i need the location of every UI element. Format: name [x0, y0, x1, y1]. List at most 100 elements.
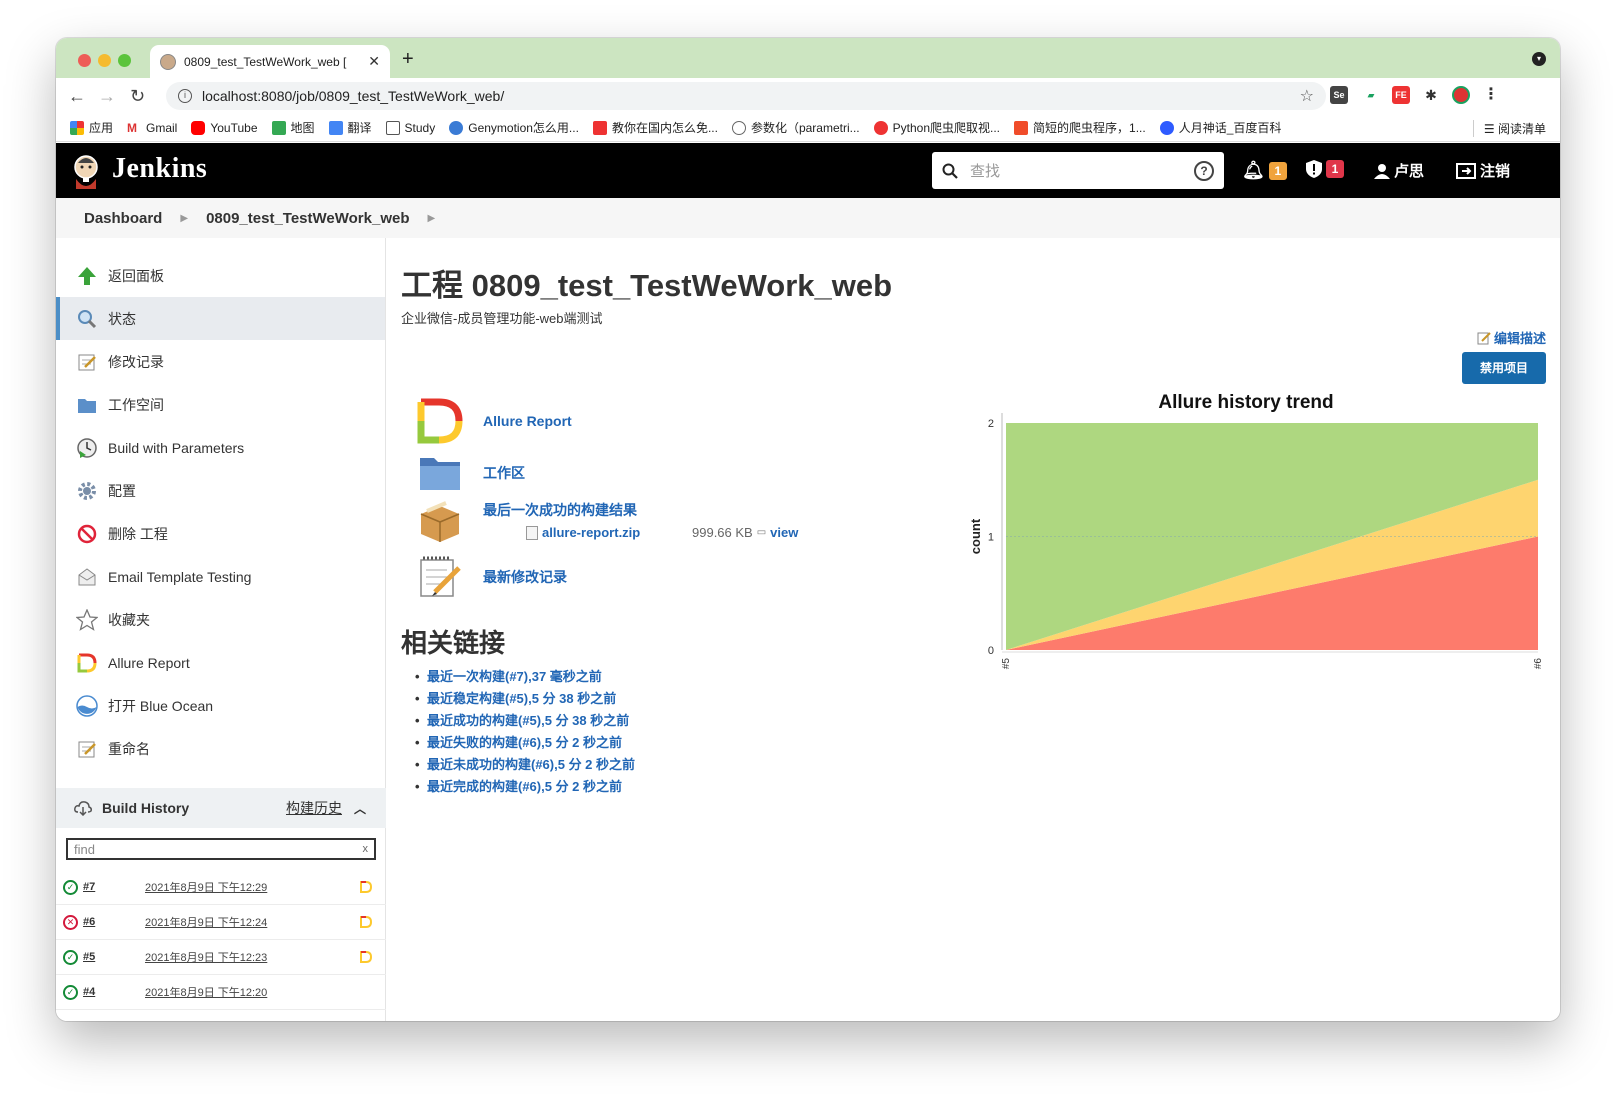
sidebar-item-allure-report[interactable]: Allure Report: [56, 641, 385, 684]
sidebar-item-configure[interactable]: 配置: [56, 469, 385, 512]
link-allure-report[interactable]: Allure Report: [417, 398, 572, 444]
fe-extension-icon[interactable]: FE: [1392, 86, 1410, 104]
related-link[interactable]: 最近成功的构建(#5),5 分 38 秒之前: [415, 710, 635, 732]
logout-label[interactable]: 注销: [1480, 160, 1510, 181]
build-filter-input[interactable]: find x: [66, 838, 376, 860]
build-history-trend-link[interactable]: 构建历史: [286, 798, 342, 818]
bookmark-baike[interactable]: 人月神话_百度百科: [1159, 119, 1281, 136]
build-date-link[interactable]: 2021年8月9日 下午12:23: [145, 949, 360, 965]
bookmark-gmail[interactable]: M Gmail: [127, 120, 177, 135]
related-link[interactable]: 最近稳定构建(#5),5 分 38 秒之前: [415, 688, 635, 710]
site-info-icon[interactable]: i: [178, 89, 192, 103]
address-bar[interactable]: i localhost:8080/job/0809_test_TestWeWor…: [166, 82, 1326, 110]
tab-search-icon[interactable]: ▾: [1532, 52, 1546, 66]
sidebar-item-build-with-parameters[interactable]: Build with Parameters: [56, 426, 385, 469]
disable-project-button[interactable]: 禁用项目: [1462, 352, 1546, 384]
search-input[interactable]: 查找: [970, 160, 1194, 181]
sidebar-item-rename[interactable]: 重命名: [56, 727, 385, 770]
allure-icon: [417, 398, 463, 444]
logout-button[interactable]: 注销: [1456, 160, 1510, 181]
artifact-view-link[interactable]: view: [770, 525, 798, 540]
y-tick-label: 2: [988, 418, 994, 430]
bookmark-maps[interactable]: 地图: [271, 119, 315, 136]
bookmark-genymotion[interactable]: Genymotion怎么用...: [449, 119, 579, 136]
breadcrumb-job[interactable]: 0809_test_TestWeWork_web: [206, 210, 409, 227]
sidebar-item-favorite[interactable]: 收藏夹: [56, 598, 385, 641]
jenkins-page: Jenkins 查找 ? 🔔︎ 1 1 卢思 注销 Dashboard ▶ 08…: [56, 143, 1560, 1021]
clear-filter-icon[interactable]: x: [363, 843, 369, 855]
sidebar-item-blue-ocean[interactable]: 打开 Blue Ocean: [56, 684, 385, 727]
link-recent-changes[interactable]: 最新修改记录: [417, 554, 567, 600]
reading-list-button[interactable]: ☰ 阅读清单: [1472, 120, 1546, 137]
edit-description-link[interactable]: 编辑描述: [1477, 328, 1546, 347]
new-tab-button[interactable]: +: [402, 48, 414, 71]
forward-icon[interactable]: →: [98, 86, 116, 107]
bookmark-zhihu[interactable]: 教你在国内怎么免...: [592, 119, 718, 136]
related-link[interactable]: 最近一次构建(#7),37 毫秒之前: [415, 666, 635, 688]
puzzle-extensions-icon[interactable]: ✱: [1422, 86, 1440, 104]
chart-plot: 0 1 2 count #5 #6: [968, 413, 1544, 669]
related-link[interactable]: 最近失败的构建(#6),5 分 2 秒之前: [415, 732, 635, 754]
clock-play-icon: [76, 437, 98, 459]
bookmark-apps[interactable]: 应用: [70, 119, 113, 136]
build-number-link[interactable]: #7: [83, 881, 145, 893]
browser-menu-icon[interactable]: ⋮: [1482, 86, 1500, 104]
close-tab-icon[interactable]: ✕: [368, 53, 380, 70]
allure-icon[interactable]: [360, 916, 372, 928]
build-row[interactable]: ✕ #6 2021年8月9日 下午12:24: [56, 905, 386, 940]
back-icon[interactable]: ←: [68, 86, 86, 107]
build-date-link[interactable]: 2021年8月9日 下午12:29: [145, 879, 360, 895]
browser-tab[interactable]: 0809_test_TestWeWork_web [ ✕: [150, 45, 390, 78]
breadcrumb-separator-icon[interactable]: ▶: [428, 213, 436, 224]
bookmark-python[interactable]: Python爬虫爬取视...: [873, 119, 1000, 136]
bookmark-study[interactable]: Study: [385, 120, 435, 135]
build-filter-placeholder[interactable]: find: [74, 842, 363, 857]
sidebar-item-delete-project[interactable]: 删除 工程: [56, 512, 385, 555]
build-row[interactable]: ✓ #4 2021年8月9日 下午12:20: [56, 975, 386, 1010]
sidebar-item-workspace[interactable]: 工作空间: [56, 383, 385, 426]
breadcrumb-separator-icon[interactable]: ▶: [180, 213, 188, 224]
close-window-button[interactable]: [78, 54, 91, 67]
related-link[interactable]: 最近未成功的构建(#6),5 分 2 秒之前: [415, 754, 635, 776]
artifact-download-link[interactable]: allure-report.zip: [542, 525, 692, 540]
bookmark-translate[interactable]: 翻译: [328, 119, 372, 136]
sidebar-item-status[interactable]: 状态: [56, 297, 385, 340]
minimize-window-button[interactable]: [98, 54, 111, 67]
allure-icon[interactable]: [360, 951, 372, 963]
url-text[interactable]: localhost:8080/job/0809_test_TestWeWork_…: [202, 88, 1300, 104]
breadcrumb-dashboard[interactable]: Dashboard: [84, 210, 162, 227]
sidebar-item-email-template-testing[interactable]: Email Template Testing: [56, 555, 385, 598]
user-menu[interactable]: 卢思: [1374, 160, 1424, 181]
build-row[interactable]: ✓ #5 2021年8月9日 下午12:23: [56, 940, 386, 975]
reload-icon[interactable]: ↻: [130, 86, 145, 107]
green-extension-icon[interactable]: ▰: [1362, 86, 1380, 104]
search-help-icon[interactable]: ?: [1194, 160, 1214, 181]
sidebar-item-back-to-dashboard[interactable]: 返回面板: [56, 254, 385, 297]
blue-ocean-icon: [76, 694, 98, 717]
user-name[interactable]: 卢思: [1394, 160, 1424, 181]
bookmark-youtube[interactable]: YouTube: [191, 120, 258, 135]
bookmark-crawler[interactable]: 简短的爬虫程序，1...: [1014, 119, 1146, 136]
sidebar-item-changes[interactable]: 修改记录: [56, 340, 385, 383]
build-number-link[interactable]: #6: [83, 916, 145, 928]
security-button[interactable]: 1: [1306, 160, 1344, 178]
chevron-up-icon[interactable]: ︿: [354, 800, 366, 817]
allure-icon[interactable]: [360, 881, 372, 893]
build-number-link[interactable]: #4: [83, 986, 145, 998]
link-workspace[interactable]: 工作区: [417, 450, 525, 496]
search-box[interactable]: 查找 ?: [932, 152, 1224, 189]
build-date-link[interactable]: 2021年8月9日 下午12:24: [145, 914, 360, 930]
zoom-window-button[interactable]: [118, 54, 131, 67]
allure-trend-chart[interactable]: Allure history trend 0 1 2 count #5 #6: [946, 388, 1546, 708]
bookmark-param[interactable]: 参数化（parametri...: [731, 119, 860, 136]
build-number-link[interactable]: #5: [83, 951, 145, 963]
build-date-link[interactable]: 2021年8月9日 下午12:20: [145, 984, 386, 1000]
build-row[interactable]: ✓ #7 2021年8月9日 下午12:29: [56, 870, 386, 905]
jenkins-brand[interactable]: Jenkins: [112, 153, 207, 185]
notifications-button[interactable]: 🔔︎ 1: [1242, 160, 1287, 181]
selenium-extension-icon[interactable]: Se: [1330, 86, 1348, 104]
related-link[interactable]: 最近完成的构建(#6),5 分 2 秒之前: [415, 776, 635, 798]
jenkins-butler-logo-icon[interactable]: [72, 153, 100, 189]
profile-avatar-icon[interactable]: [1452, 86, 1470, 104]
bookmark-star-icon[interactable]: ☆: [1300, 86, 1314, 106]
